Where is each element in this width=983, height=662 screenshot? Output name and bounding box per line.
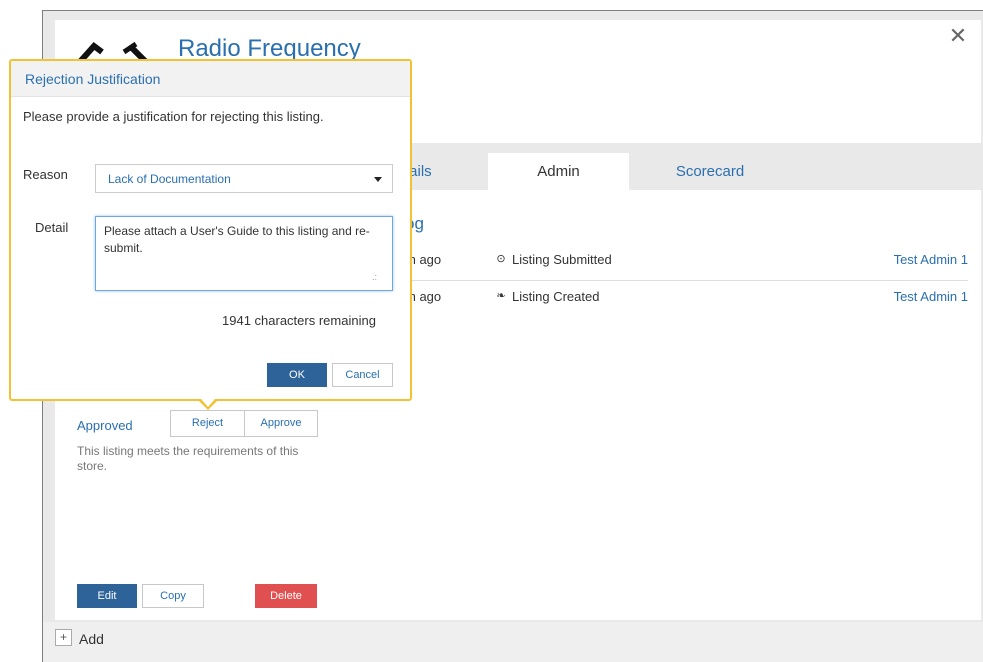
edit-button[interactable]: Edit — [77, 584, 137, 608]
detail-label: Detail — [35, 220, 69, 235]
page: Radio Frequency ✕ tails Admin Scorecard … — [0, 0, 983, 662]
changelog-user-link[interactable]: Test Admin 1 — [894, 289, 968, 304]
reason-value: Lack of Documentation — [108, 172, 231, 186]
status-description: This listing meets the requirements of t… — [77, 444, 299, 473]
add-icon[interactable]: + — [55, 629, 72, 646]
popover-header: Rejection Justification — [11, 61, 410, 97]
footer-bar — [43, 622, 983, 662]
leaf-icon: ❧ — [496, 290, 506, 302]
popover-instruction: Please provide a justification for rejec… — [23, 109, 324, 124]
reject-button[interactable]: Reject — [170, 410, 244, 437]
cancel-button[interactable]: Cancel — [332, 363, 393, 387]
changelog-row: th ago ⊙ Listing Submitted Test Admin 1 — [405, 243, 968, 281]
changelog-user-link[interactable]: Test Admin 1 — [894, 252, 968, 267]
approve-button[interactable]: Approve — [244, 410, 318, 437]
copy-button[interactable]: Copy — [142, 584, 204, 608]
clock-icon: ⊙ — [496, 253, 506, 265]
changelog-action: Listing Created — [512, 289, 600, 304]
tab-scorecard[interactable]: Scorecard — [660, 153, 760, 190]
tab-admin[interactable]: Admin — [488, 153, 629, 190]
chevron-down-icon — [374, 177, 382, 182]
popover-title: Rejection Justification — [25, 71, 161, 87]
changelog-row: th ago ❧ Listing Created Test Admin 1 — [405, 280, 968, 318]
reason-label: Reason — [23, 167, 68, 182]
approval-status: Approved — [77, 418, 133, 433]
resize-grip-icon[interactable]: .: — [372, 272, 377, 282]
changelog-action: Listing Submitted — [512, 252, 612, 267]
characters-remaining: 1941 characters remaining — [222, 313, 376, 328]
reason-select[interactable]: Lack of Documentation — [95, 164, 393, 193]
tab-details[interactable]: tails — [405, 153, 465, 190]
popover-pointer-fill — [201, 399, 215, 407]
add-label[interactable]: Add — [79, 631, 104, 647]
close-icon[interactable]: ✕ — [948, 25, 968, 47]
delete-button[interactable]: Delete — [255, 584, 317, 608]
detail-textarea[interactable]: Please attach a User's Guide to this lis… — [95, 216, 393, 291]
ok-button[interactable]: OK — [267, 363, 327, 387]
